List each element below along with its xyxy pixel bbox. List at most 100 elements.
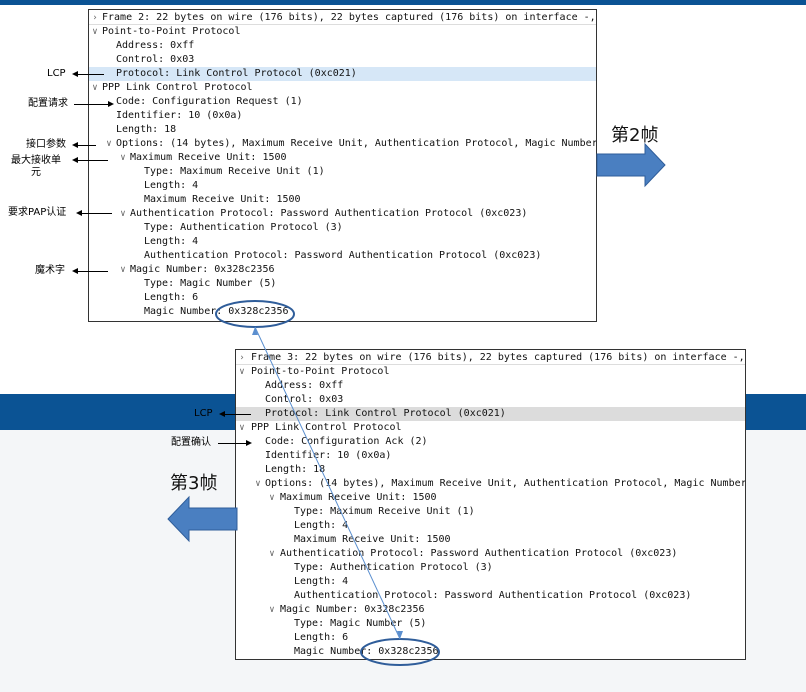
tree-row-control[interactable]: Control: 0x03 <box>89 53 596 67</box>
tree-row-label: Length: 4 <box>144 236 199 247</box>
tree-row-length[interactable]: Length: 18 <box>236 463 745 477</box>
chevron-down-icon[interactable]: ∨ <box>253 477 263 491</box>
tree-row-magic-value[interactable]: Magic Number: 0x328c2356 <box>89 305 596 319</box>
tree-row-label: Length: 4 <box>144 180 199 191</box>
tree-row-auth-type[interactable]: Type: Authentication Protocol (3) <box>89 221 596 235</box>
tree-row-label: Magic Number: 0x328c2356 <box>130 264 275 275</box>
tree-row-magic-length[interactable]: Length: 6 <box>236 631 745 645</box>
tree-row-frame[interactable]: › Frame 3: 22 bytes on wire (176 bits), … <box>236 351 745 365</box>
tree-row-label: Point-to-Point Protocol <box>251 366 390 377</box>
frame-2-label: 第2帧 <box>611 125 659 146</box>
annotation-arrow-line <box>78 145 96 146</box>
annotation-arrow-line <box>225 414 251 415</box>
chevron-down-icon[interactable]: ∨ <box>118 151 128 165</box>
chevron-down-icon[interactable]: ∨ <box>237 365 247 379</box>
tree-row-label: Type: Maximum Receive Unit (1) <box>144 166 325 177</box>
chevron-down-icon[interactable]: ∨ <box>267 491 277 505</box>
tree-row-auth-length[interactable]: Length: 4 <box>236 575 745 589</box>
chevron-down-icon[interactable]: ∨ <box>237 421 247 435</box>
tree-row-auth-length[interactable]: Length: 4 <box>89 235 596 249</box>
tree-row-magic-value[interactable]: Magic Number: 0x328c2356 <box>236 645 745 659</box>
tree-row-label: Type: Maximum Receive Unit (1) <box>294 506 475 517</box>
tree-row-label: Length: 6 <box>144 292 199 303</box>
tree-row-code[interactable]: Code: Configuration Request (1) <box>89 95 596 109</box>
tree-row-label: Authentication Protocol: Password Authen… <box>294 590 692 601</box>
tree-row-auth[interactable]: ∨ Authentication Protocol: Password Auth… <box>89 207 596 221</box>
tree-row-mru-type[interactable]: Type: Maximum Receive Unit (1) <box>89 165 596 179</box>
arrow-left-icon <box>76 210 82 216</box>
tree-row-label: PPP Link Control Protocol <box>251 422 402 433</box>
tree-row-label: Length: 4 <box>294 520 349 531</box>
tree-row-magic-type[interactable]: Type: Magic Number (5) <box>89 277 596 291</box>
tree-row-control[interactable]: Control: 0x03 <box>236 393 745 407</box>
chevron-down-icon[interactable]: ∨ <box>267 603 277 617</box>
packet-details-pane-frame-3[interactable]: › Frame 3: 22 bytes on wire (176 bits), … <box>235 349 746 660</box>
tree-row-identifier[interactable]: Identifier: 10 (0x0a) <box>236 449 745 463</box>
packet-details-pane-frame-2[interactable]: › Frame 2: 22 bytes on wire (176 bits), … <box>88 9 597 322</box>
tree-row-label: Length: 6 <box>294 632 349 643</box>
tree-row-auth[interactable]: ∨ Authentication Protocol: Password Auth… <box>236 547 745 561</box>
annotation-max-receive-unit: 最大接收单元 <box>11 155 61 178</box>
tree-row-options[interactable]: ∨ Options: (14 bytes), Maximum Receive U… <box>89 137 596 151</box>
annotation-config-ack: 配置确认 <box>171 437 211 448</box>
chevron-down-icon[interactable]: ∨ <box>90 81 100 95</box>
tree-row-code[interactable]: Code: Configuration Ack (2) <box>236 435 745 449</box>
tree-row-label: Options: (14 bytes), Maximum Receive Uni… <box>265 478 746 489</box>
arrow-left-icon <box>72 71 78 77</box>
tree-row-label: Authentication Protocol: Password Authen… <box>280 548 678 559</box>
annotation-arrow-line <box>82 213 112 214</box>
tree-row-label: Point-to-Point Protocol <box>102 26 241 37</box>
tree-row-lcp[interactable]: ∨ PPP Link Control Protocol <box>236 421 745 435</box>
chevron-down-icon[interactable]: ∨ <box>104 137 114 151</box>
tree-row-label: Length: 4 <box>294 576 349 587</box>
chevron-down-icon[interactable]: ∨ <box>118 263 128 277</box>
annotation-config-request: 配置请求 <box>28 98 68 109</box>
tree-row-identifier[interactable]: Identifier: 10 (0x0a) <box>89 109 596 123</box>
tree-row-mru-length[interactable]: Length: 4 <box>236 519 745 533</box>
tree-row-ppp[interactable]: ∨ Point-to-Point Protocol <box>89 25 596 39</box>
tree-row-address[interactable]: Address: 0xff <box>236 379 745 393</box>
chevron-down-icon[interactable]: ∨ <box>90 25 100 39</box>
tree-row-mru-value[interactable]: Maximum Receive Unit: 1500 <box>89 193 596 207</box>
tree-row-length[interactable]: Length: 18 <box>89 123 596 137</box>
tree-row-auth-value[interactable]: Authentication Protocol: Password Authen… <box>236 589 745 603</box>
chevron-right-icon[interactable]: › <box>90 11 100 25</box>
chevron-down-icon[interactable]: ∨ <box>118 207 128 221</box>
tree-row-label: Maximum Receive Unit: 1500 <box>144 194 301 205</box>
tree-row-ppp[interactable]: ∨ Point-to-Point Protocol <box>236 365 745 379</box>
tree-row-protocol-selected[interactable]: Protocol: Link Control Protocol (0xc021) <box>89 67 596 81</box>
arrow-left-icon <box>72 142 78 148</box>
tree-row-frame[interactable]: › Frame 2: 22 bytes on wire (176 bits), … <box>89 11 596 25</box>
tree-row-auth-type[interactable]: Type: Authentication Protocol (3) <box>236 561 745 575</box>
tree-row-mru[interactable]: ∨ Maximum Receive Unit: 1500 <box>89 151 596 165</box>
tree-row-magic[interactable]: ∨ Magic Number: 0x328c2356 <box>236 603 745 617</box>
annotation-require-pap: 要求PAP认证 <box>8 207 67 218</box>
annotation-arrow-line <box>218 443 246 444</box>
tree-row-auth-value[interactable]: Authentication Protocol: Password Authen… <box>89 249 596 263</box>
annotation-interface-params: 接口参数 <box>26 139 66 150</box>
tree-row-magic[interactable]: ∨ Magic Number: 0x328c2356 <box>89 263 596 277</box>
tree-row-label: Options: (14 bytes), Maximum Receive Uni… <box>116 138 597 149</box>
tree-row-label: Type: Magic Number (5) <box>294 618 427 629</box>
tree-row-magic-type[interactable]: Type: Magic Number (5) <box>236 617 745 631</box>
tree-row-label: Magic Number: 0x328c2356 <box>144 306 289 317</box>
tree-row-label: Frame 3: 22 bytes on wire (176 bits), 22… <box>251 352 746 363</box>
tree-row-protocol-selected[interactable]: Protocol: Link Control Protocol (0xc021) <box>236 407 745 421</box>
chevron-right-icon[interactable]: › <box>237 351 247 365</box>
tree-row-address[interactable]: Address: 0xff <box>89 39 596 53</box>
tree-row-mru-value[interactable]: Maximum Receive Unit: 1500 <box>236 533 745 547</box>
tree-row-label: Control: 0x03 <box>116 54 195 65</box>
tree-row-lcp[interactable]: ∨ PPP Link Control Protocol <box>89 81 596 95</box>
tree-row-options[interactable]: ∨ Options: (14 bytes), Maximum Receive U… <box>236 477 745 491</box>
tree-row-magic-length[interactable]: Length: 6 <box>89 291 596 305</box>
connector-arrowhead-up-icon <box>252 327 258 335</box>
tree-row-label: Protocol: Link Control Protocol (0xc021) <box>265 408 506 419</box>
tree-row-mru-length[interactable]: Length: 4 <box>89 179 596 193</box>
tree-row-mru[interactable]: ∨ Maximum Receive Unit: 1500 <box>236 491 745 505</box>
tree-row-mru-type[interactable]: Type: Maximum Receive Unit (1) <box>236 505 745 519</box>
tree-row-label: Authentication Protocol: Password Authen… <box>130 208 528 219</box>
tree-row-label: Maximum Receive Unit: 1500 <box>130 152 287 163</box>
chevron-down-icon[interactable]: ∨ <box>267 547 277 561</box>
tree-row-label: Code: Configuration Request (1) <box>116 96 303 107</box>
tree-row-label: Address: 0xff <box>116 40 195 51</box>
